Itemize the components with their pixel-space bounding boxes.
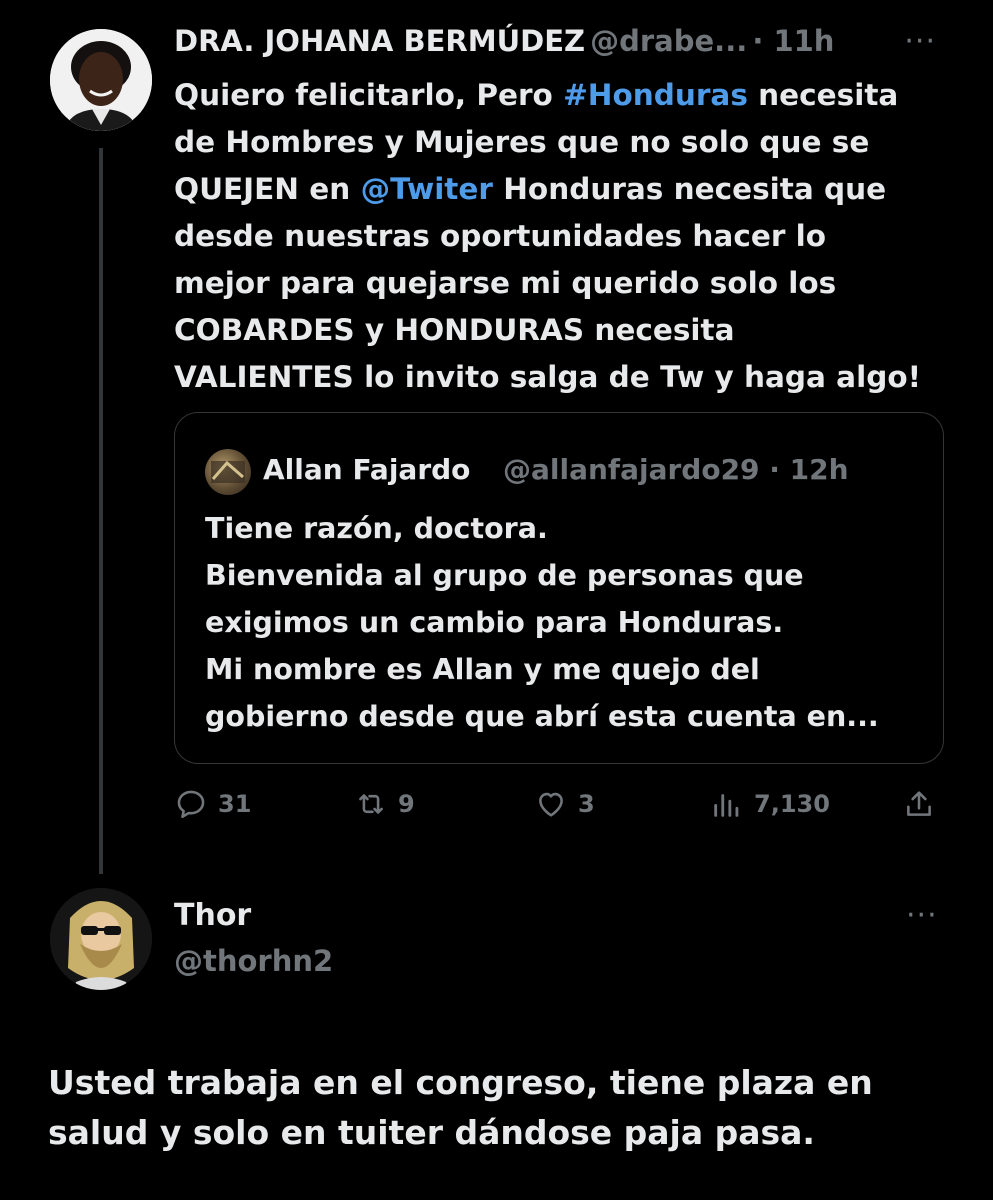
text-segment: Honduras necesita que: [492, 172, 887, 206]
more-icon[interactable]: ···: [906, 898, 938, 933]
tweet-text: Quiero felicitarlo, Pero #Honduras neces…: [174, 72, 964, 401]
like-icon: [539, 792, 563, 817]
views-icon: [714, 794, 739, 817]
reply-text: Usted trabaja en el congreso, tiene plaz…: [48, 1058, 948, 1158]
tweet-text-line: de Hombres y Mujeres que no solo que se: [174, 125, 870, 159]
tweet-timestamp[interactable]: · 11h: [752, 24, 834, 58]
quoted-text-line: Mi nombre es Allan y me quejo del: [205, 653, 760, 686]
quoted-tweet-text: Tiene razón, doctora. Bienvenida al grup…: [205, 505, 925, 740]
more-icon[interactable]: ···: [904, 24, 936, 59]
retweet-button[interactable]: 9: [354, 782, 415, 826]
tweet-text-line: VALIENTES lo invito salga de Tw y haga a…: [174, 360, 922, 394]
quoted-text-line: gobierno desde que abrí esta cuenta en..…: [205, 700, 879, 733]
reply-text-line: salud y solo en tuiter dándose paja pasa…: [48, 1113, 815, 1152]
tweet-text-line: Quiero felicitarlo, Pero #Honduras neces…: [174, 72, 964, 119]
share-button[interactable]: [902, 782, 936, 826]
reply-author-name[interactable]: Thor: [174, 898, 251, 933]
author-avatar-image: [50, 29, 152, 131]
tweet-text-line: desde nuestras oportunidades hacer lo: [174, 219, 827, 253]
author-avatar[interactable]: [50, 29, 152, 131]
reply-avatar-image: [50, 888, 152, 990]
quoted-tweet-card[interactable]: Allan Fajardo @allanfajardo29 · 12h Tien…: [174, 412, 944, 764]
tweet-text-line: COBARDES y HONDURAS necesita: [174, 313, 735, 347]
hashtag-link[interactable]: #Honduras: [563, 78, 748, 112]
reply-text-line: Usted trabaja en el congreso, tiene plaz…: [48, 1063, 873, 1102]
tweet-text-line: mejor para quejarse mi querido solo los: [174, 266, 837, 300]
views-button[interactable]: 7,130: [710, 782, 830, 826]
thread-connector-line: [99, 148, 103, 874]
reply-author-handle[interactable]: @thorhn2: [174, 944, 333, 978]
mention-link[interactable]: @Twiter: [361, 172, 493, 206]
views-count: 7,130: [754, 790, 830, 818]
reply-icon: [177, 790, 205, 819]
tweet-action-bar: 31 9 3 7,130: [174, 782, 944, 826]
reply-button[interactable]: 31: [174, 782, 251, 826]
quoted-author-avatar[interactable]: [205, 449, 251, 495]
quoted-text-line: Tiene razón, doctora.: [205, 512, 548, 545]
reply-count: 31: [218, 790, 252, 818]
like-count: 3: [578, 790, 595, 818]
share-icon: [907, 791, 931, 816]
tweet-header: DRA. JOHANA BERMÚDEZ @drabe... · 11h ···: [174, 24, 964, 68]
retweet-count: 9: [398, 790, 415, 818]
quoted-author-handle[interactable]: @allanfajardo29 · 12h: [503, 453, 849, 486]
retweet-icon: [359, 794, 383, 814]
tweet-text-line: QUEJEN en @Twiter Honduras necesita que: [174, 166, 964, 213]
quoted-text-line: Bienvenida al grupo de personas que: [205, 559, 804, 592]
text-segment: QUEJEN en: [174, 172, 361, 206]
text-segment: necesita: [747, 78, 899, 112]
quoted-avatar-image: [211, 460, 245, 483]
text-segment: Quiero felicitarlo, Pero: [174, 78, 564, 112]
like-button[interactable]: 3: [534, 782, 595, 826]
reply-author-avatar[interactable]: [50, 888, 152, 990]
author-name[interactable]: DRA. JOHANA BERMÚDEZ: [174, 24, 585, 58]
author-handle[interactable]: @drabe...: [590, 24, 747, 58]
quoted-author-name[interactable]: Allan Fajardo: [263, 453, 470, 486]
quoted-text-line: exigimos un cambio para Honduras.: [205, 606, 784, 639]
